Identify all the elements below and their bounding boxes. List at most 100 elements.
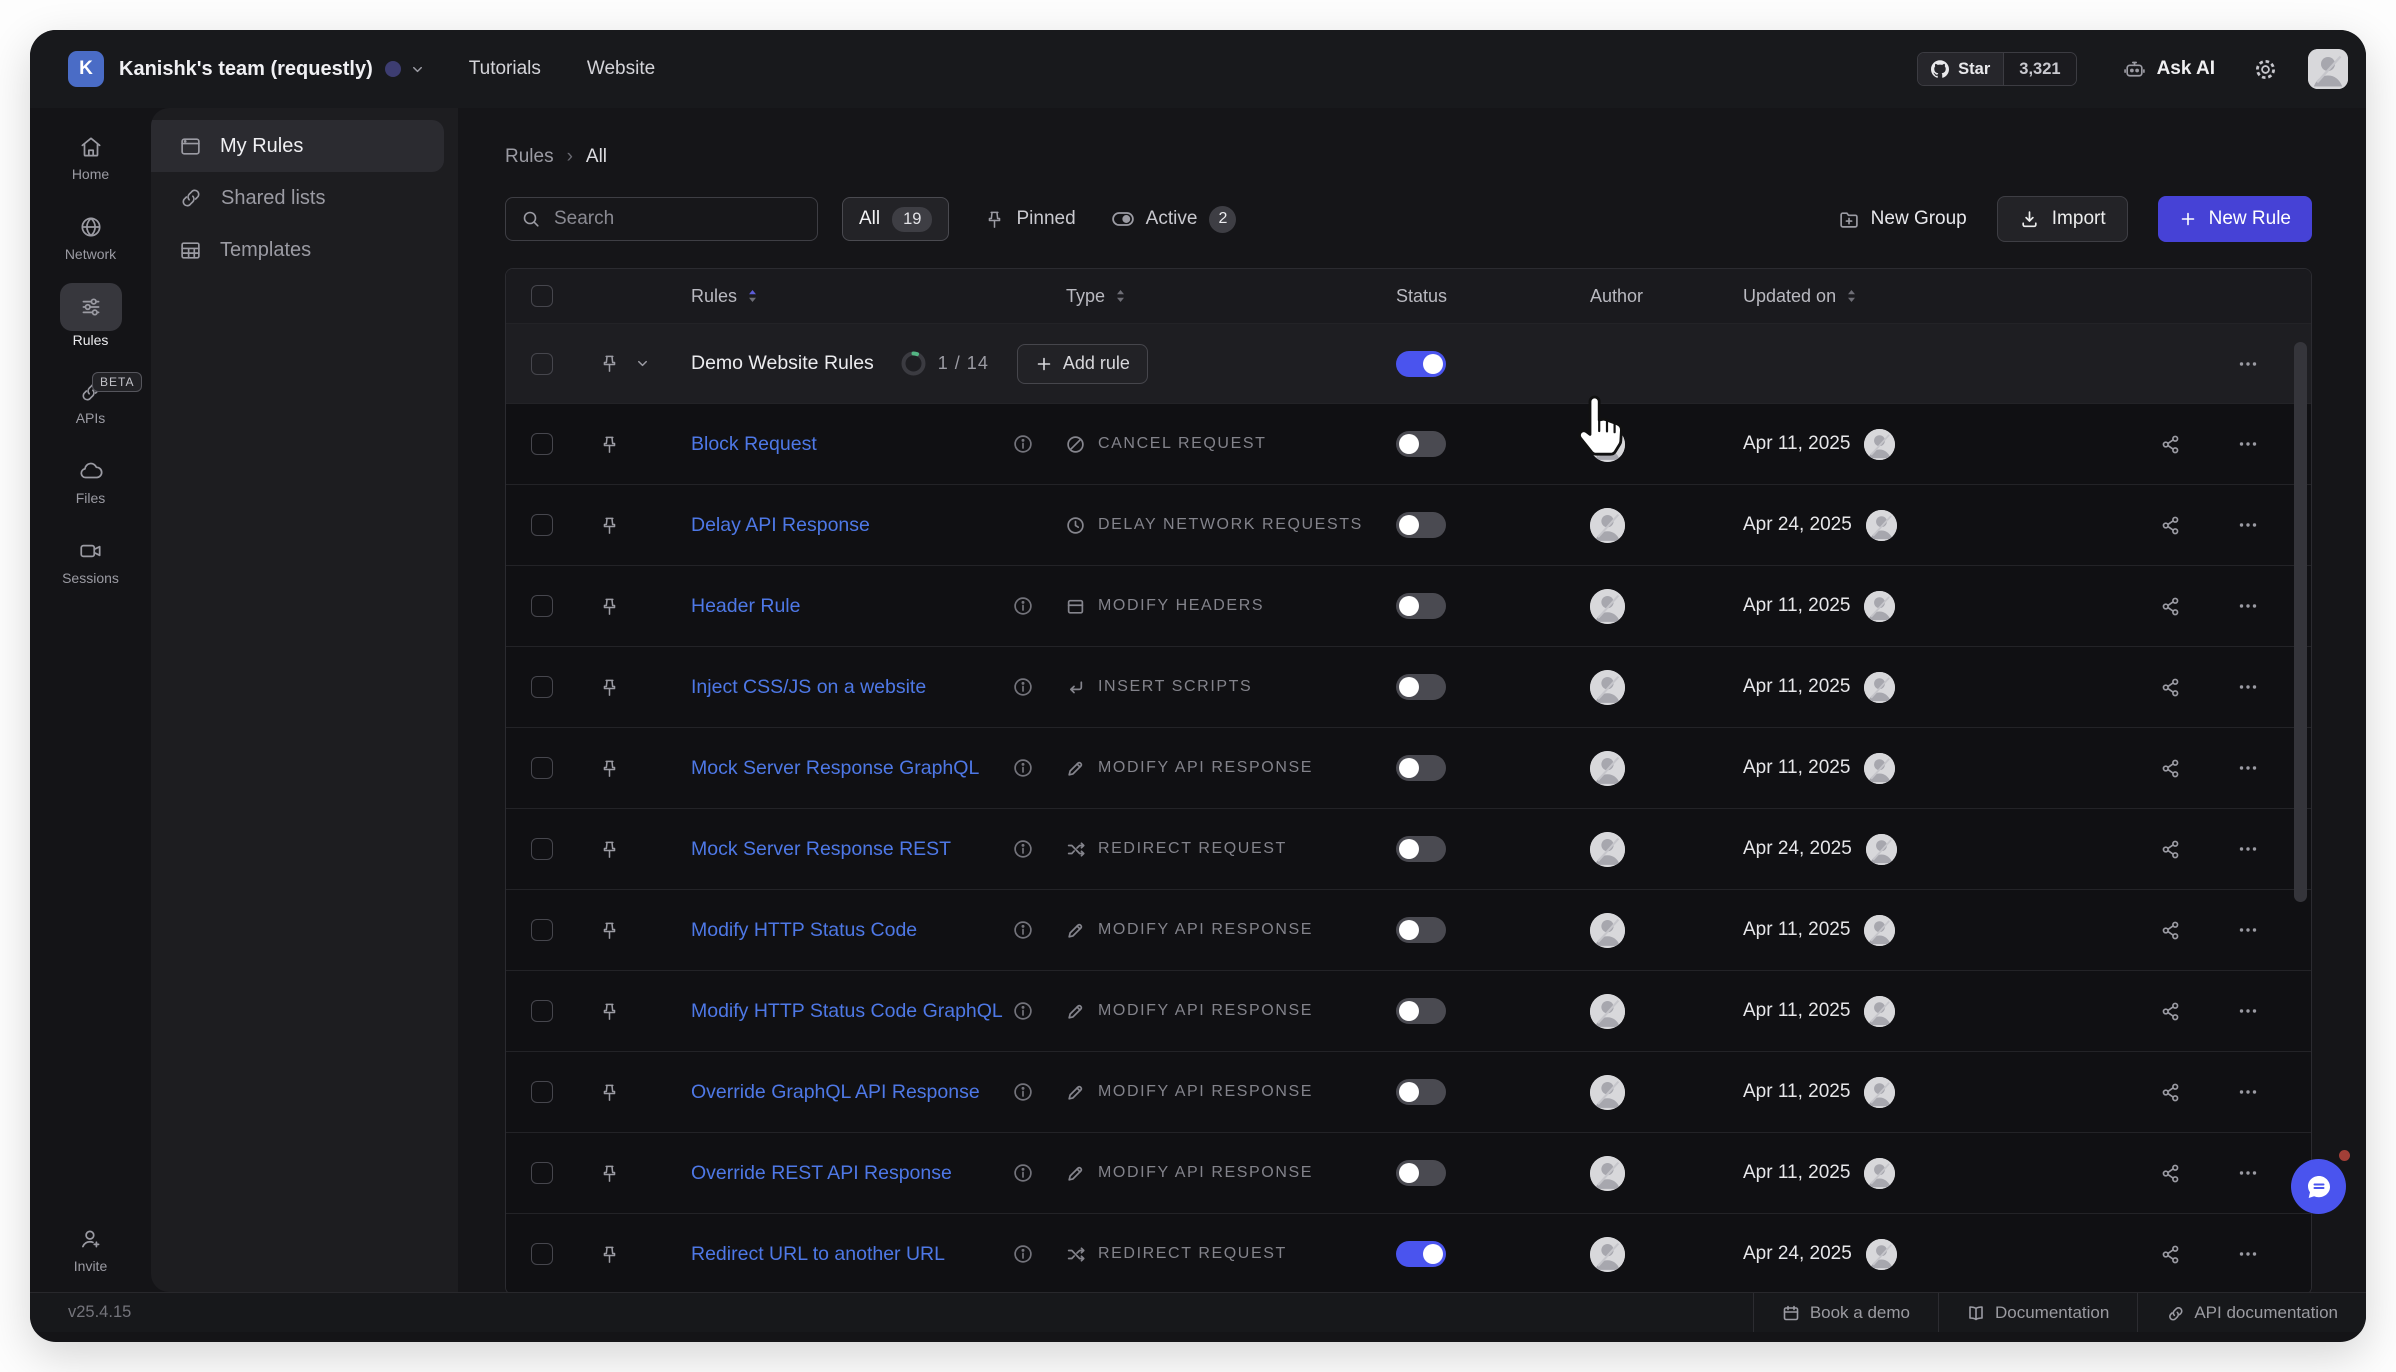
column-rules[interactable]: Rules: [691, 286, 737, 307]
row-checkbox[interactable]: [531, 919, 553, 941]
rule-name-link[interactable]: Modify HTTP Status Code GraphQL: [691, 1000, 1003, 1023]
status-toggle[interactable]: [1396, 1079, 1446, 1105]
rule-name-link[interactable]: Mock Server Response GraphQL: [691, 757, 979, 780]
search-input[interactable]: [554, 208, 802, 230]
info-icon[interactable]: [1010, 434, 1036, 454]
row-checkbox[interactable]: [531, 433, 553, 455]
user-avatar[interactable]: [2308, 49, 2348, 89]
select-all-checkbox[interactable]: [531, 285, 553, 307]
search-box[interactable]: [505, 197, 818, 241]
row-checkbox[interactable]: [531, 1243, 553, 1265]
info-icon[interactable]: [1010, 920, 1036, 940]
row-checkbox[interactable]: [531, 676, 553, 698]
rail-item-rules[interactable]: Rules: [30, 294, 151, 348]
rule-name-link[interactable]: Delay API Response: [691, 514, 870, 537]
share-icon[interactable]: [2160, 1001, 2181, 1022]
row-checkbox[interactable]: [531, 595, 553, 617]
breadcrumb-parent[interactable]: Rules: [505, 146, 554, 168]
sidebar-item-templates[interactable]: Templates: [151, 224, 444, 276]
more-icon[interactable]: [2237, 514, 2259, 536]
workspace-name[interactable]: Kanishk's team (requestly): [119, 58, 373, 81]
pin-icon[interactable]: [600, 839, 619, 860]
rail-item-sessions[interactable]: Sessions: [30, 538, 151, 586]
share-icon[interactable]: [2160, 677, 2181, 698]
more-icon[interactable]: [2237, 1243, 2259, 1265]
row-checkbox[interactable]: [531, 1162, 553, 1184]
filter-active[interactable]: Active 2: [1112, 206, 1237, 233]
pin-icon[interactable]: [600, 434, 619, 455]
share-icon[interactable]: [2160, 1244, 2181, 1265]
info-icon[interactable]: [1010, 1163, 1036, 1183]
share-icon[interactable]: [2160, 434, 2181, 455]
share-icon[interactable]: [2160, 596, 2181, 617]
chat-widget-button[interactable]: [2291, 1159, 2346, 1214]
status-toggle[interactable]: [1396, 593, 1446, 619]
row-checkbox[interactable]: [531, 1081, 553, 1103]
group-name[interactable]: Demo Website Rules: [691, 352, 874, 375]
more-icon[interactable]: [2237, 919, 2259, 941]
rule-name-link[interactable]: Inject CSS/JS on a website: [691, 676, 926, 699]
pin-icon[interactable]: [600, 1244, 619, 1265]
info-icon[interactable]: [1010, 596, 1036, 616]
more-icon[interactable]: [2237, 1162, 2259, 1184]
info-icon[interactable]: [1010, 1082, 1036, 1102]
rail-item-home[interactable]: Home: [30, 134, 151, 182]
pin-icon[interactable]: [600, 920, 619, 941]
nav-website[interactable]: Website: [587, 58, 655, 80]
info-icon[interactable]: [1010, 839, 1036, 859]
new-rule-button[interactable]: New Rule: [2158, 196, 2312, 242]
status-toggle[interactable]: [1396, 755, 1446, 781]
info-icon[interactable]: [1010, 758, 1036, 778]
pin-icon[interactable]: [600, 1082, 619, 1103]
rule-name-link[interactable]: Block Request: [691, 433, 817, 456]
filter-pinned[interactable]: Pinned: [985, 208, 1075, 230]
rail-item-files[interactable]: Files: [30, 458, 151, 506]
import-button[interactable]: Import: [1997, 196, 2128, 242]
rule-name-link[interactable]: Mock Server Response REST: [691, 838, 951, 861]
row-checkbox[interactable]: [531, 1000, 553, 1022]
chevron-down-icon[interactable]: [410, 62, 425, 77]
status-toggle[interactable]: [1396, 431, 1446, 457]
rule-name-link[interactable]: Redirect URL to another URL: [691, 1243, 945, 1266]
share-icon[interactable]: [2160, 1082, 2181, 1103]
more-icon[interactable]: [2237, 1000, 2259, 1022]
workspace-avatar[interactable]: K: [68, 51, 104, 87]
more-icon[interactable]: [2237, 676, 2259, 698]
more-icon[interactable]: [2237, 353, 2259, 375]
sort-icon[interactable]: [1114, 288, 1127, 304]
nav-tutorials[interactable]: Tutorials: [469, 58, 541, 80]
sidebar-item-my-rules[interactable]: My Rules: [151, 120, 444, 172]
info-icon[interactable]: [1010, 1244, 1036, 1264]
add-rule-button[interactable]: Add rule: [1017, 344, 1148, 384]
status-toggle[interactable]: [1396, 836, 1446, 862]
rule-name-link[interactable]: Modify HTTP Status Code: [691, 919, 917, 942]
sidebar-item-shared-lists[interactable]: Shared lists: [151, 172, 444, 224]
more-icon[interactable]: [2237, 757, 2259, 779]
status-toggle[interactable]: [1396, 998, 1446, 1024]
status-toggle[interactable]: [1396, 674, 1446, 700]
share-icon[interactable]: [2160, 920, 2181, 941]
sort-icon[interactable]: [1845, 288, 1858, 304]
share-icon[interactable]: [2160, 515, 2181, 536]
row-checkbox[interactable]: [531, 838, 553, 860]
info-icon[interactable]: [1010, 1001, 1036, 1021]
column-updated-on[interactable]: Updated on: [1743, 286, 1836, 307]
rule-name-link[interactable]: Header Rule: [691, 595, 800, 618]
chevron-down-icon[interactable]: [635, 356, 650, 371]
scrollbar-thumb[interactable]: [2294, 342, 2307, 902]
rail-item-apis[interactable]: BETA APIs: [30, 380, 151, 426]
row-checkbox[interactable]: [531, 757, 553, 779]
documentation-link[interactable]: Documentation: [1938, 1293, 2137, 1332]
pin-icon[interactable]: [600, 1163, 619, 1184]
new-group-button[interactable]: New Group: [1838, 208, 1967, 230]
share-icon[interactable]: [2160, 758, 2181, 779]
more-icon[interactable]: [2237, 1081, 2259, 1103]
pin-icon[interactable]: [600, 515, 619, 536]
status-toggle[interactable]: [1396, 1160, 1446, 1186]
rail-item-invite[interactable]: Invite: [30, 1226, 151, 1274]
api-documentation-link[interactable]: API documentation: [2137, 1293, 2366, 1332]
pin-icon[interactable]: [600, 758, 619, 779]
more-icon[interactable]: [2237, 838, 2259, 860]
book-a-demo-link[interactable]: Book a demo: [1753, 1293, 1938, 1332]
info-icon[interactable]: [1010, 677, 1036, 697]
